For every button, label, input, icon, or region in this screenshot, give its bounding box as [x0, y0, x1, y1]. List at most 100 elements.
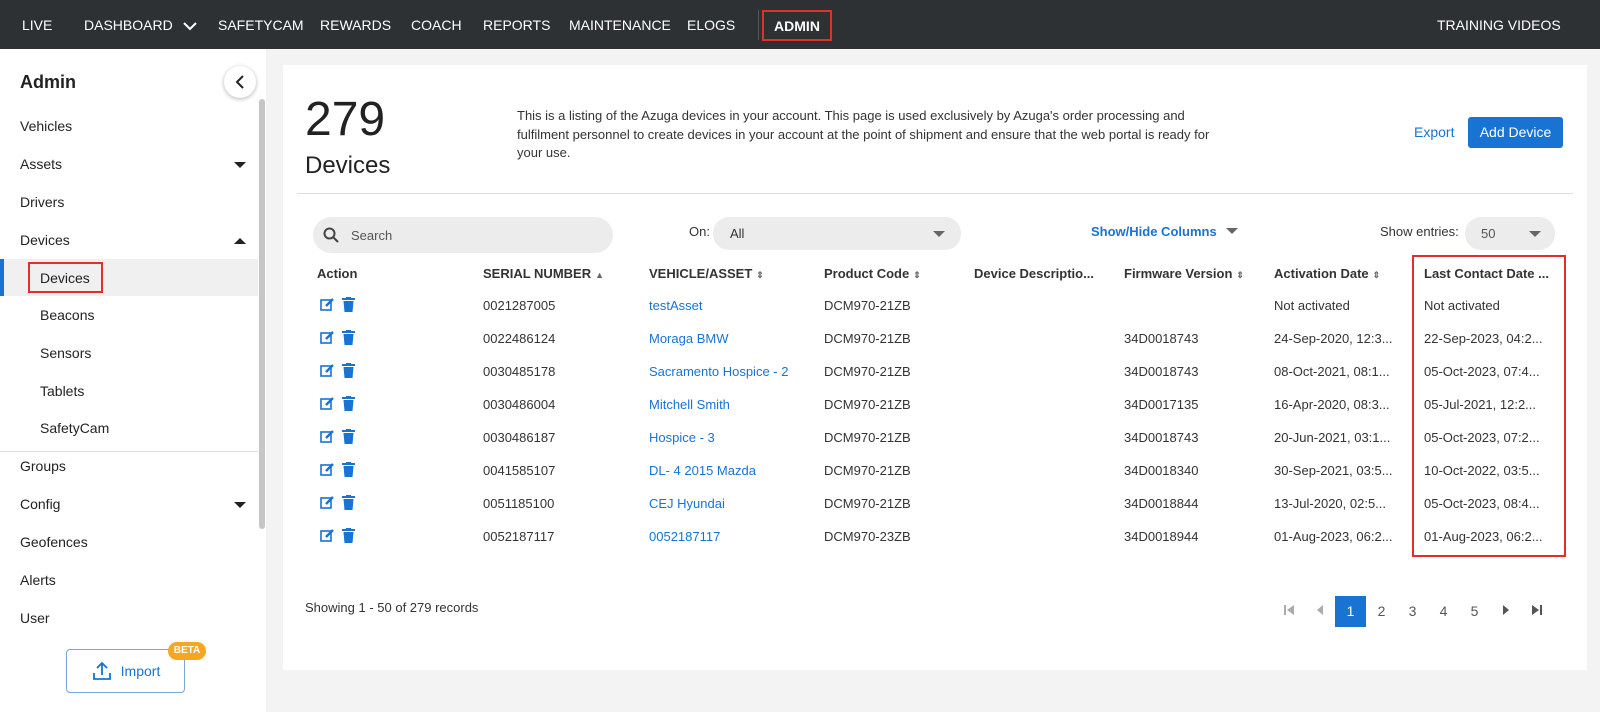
edit-icon[interactable] — [320, 396, 335, 411]
previous-page-icon[interactable] — [1304, 596, 1335, 627]
firmware-version-cell: 34D0018743 — [1124, 331, 1199, 346]
nav-admin[interactable]: ADMIN — [762, 10, 832, 41]
beta-badge: BETA — [168, 642, 206, 660]
product-code-cell: DCM970-23ZB — [824, 529, 911, 544]
nav-dashboard[interactable]: DASHBOARD — [84, 0, 197, 49]
sidebar-item-alerts[interactable]: Alerts — [20, 572, 56, 588]
sidebar-scrollbar[interactable] — [259, 99, 265, 529]
sidebar-item-vehicles[interactable]: Vehicles — [20, 118, 72, 134]
column-header-action: Action — [317, 266, 358, 281]
collapse-sidebar-button[interactable] — [224, 66, 256, 98]
first-page-icon[interactable] — [1273, 596, 1304, 627]
search-box — [313, 217, 613, 253]
import-button[interactable]: Import — [66, 649, 185, 693]
on-filter-value: All — [730, 226, 745, 241]
sort-asc-icon[interactable]: ▲ — [595, 270, 604, 280]
vehicle-asset-link[interactable]: Mitchell Smith — [649, 397, 730, 412]
active-indicator — [0, 259, 4, 296]
edit-icon[interactable] — [320, 528, 335, 543]
show-hide-label: Show/Hide Columns — [1091, 224, 1217, 239]
page-2-button[interactable]: 2 — [1366, 596, 1397, 627]
caret-down-icon[interactable] — [234, 162, 246, 168]
add-device-button[interactable]: Add Device — [1468, 117, 1563, 148]
sidebar-subitem-tablets[interactable]: Tablets — [40, 383, 84, 399]
product-code-cell: DCM970-21ZB — [824, 397, 911, 412]
show-hide-columns-button[interactable]: Show/Hide Columns — [1091, 224, 1239, 239]
column-header-firmware-version[interactable]: Firmware Version ⇕ — [1124, 266, 1244, 281]
vehicle-asset-link[interactable]: CEJ Hyundai — [649, 496, 725, 511]
trash-icon[interactable] — [342, 429, 355, 444]
vehicle-asset-link[interactable]: testAsset — [649, 298, 702, 313]
nav-training-videos[interactable]: TRAINING VIDEOS — [1437, 0, 1561, 49]
vehicle-asset-link[interactable]: 0052187117 — [649, 529, 720, 544]
page-1-button[interactable]: 1 — [1335, 596, 1366, 627]
page-4-button[interactable]: 4 — [1428, 596, 1459, 627]
sort-icon[interactable]: ⇕ — [1373, 270, 1381, 280]
trash-icon[interactable] — [342, 528, 355, 543]
nav-live[interactable]: LIVE — [22, 0, 52, 49]
nav-coach[interactable]: COACH — [411, 0, 462, 49]
serial-number-cell: 0051185100 — [483, 496, 555, 511]
page-description: This is a listing of the Azuga devices i… — [517, 108, 1210, 160]
next-page-icon[interactable] — [1490, 596, 1521, 627]
sidebar-item-config[interactable]: Config — [20, 496, 60, 512]
edit-icon[interactable] — [320, 429, 335, 444]
nav-separator — [758, 10, 759, 40]
activation-date-cell: 24-Sep-2020, 12:3... — [1274, 331, 1393, 346]
sort-icon[interactable]: ⇕ — [913, 270, 921, 280]
nav-reports[interactable]: REPORTS — [483, 0, 550, 49]
edit-icon[interactable] — [320, 330, 335, 345]
page-3-button[interactable]: 3 — [1397, 596, 1428, 627]
sidebar-subitem-beacons[interactable]: Beacons — [40, 307, 94, 323]
nav-elogs[interactable]: ELOGS — [687, 0, 735, 49]
sidebar-item-geofences[interactable]: Geofences — [20, 534, 88, 550]
page-5-button[interactable]: 5 — [1459, 596, 1490, 627]
firmware-version-cell: 34D0018944 — [1124, 529, 1199, 544]
last-page-icon[interactable] — [1521, 596, 1552, 627]
trash-icon[interactable] — [342, 330, 355, 345]
trash-icon[interactable] — [342, 297, 355, 312]
sort-icon[interactable]: ⇕ — [1236, 270, 1244, 280]
caret-up-icon[interactable] — [234, 238, 246, 244]
chevron-left-icon — [235, 75, 244, 89]
sidebar: Admin Vehicles Assets Drivers Devices De… — [0, 49, 266, 712]
column-header-serial-number[interactable]: SERIAL NUMBER ▲ — [483, 266, 604, 281]
column-header-device-description[interactable]: Device Descriptio... — [974, 266, 1094, 281]
sidebar-subitem-sensors[interactable]: Sensors — [40, 345, 91, 361]
sidebar-item-groups[interactable]: Groups — [20, 458, 66, 474]
nav-maintenance[interactable]: MAINTENANCE — [569, 0, 671, 49]
vehicle-asset-link[interactable]: Moraga BMW — [649, 331, 728, 346]
vehicle-asset-link[interactable]: Hospice - 3 — [649, 430, 715, 445]
trash-icon[interactable] — [342, 462, 355, 477]
sidebar-item-assets[interactable]: Assets — [20, 156, 62, 172]
column-header-activation-date[interactable]: Activation Date ⇕ — [1274, 266, 1380, 281]
column-header-vehicle-asset[interactable]: VEHICLE/ASSET ⇕ — [649, 266, 764, 281]
sort-icon[interactable]: ⇕ — [756, 270, 764, 280]
trash-icon[interactable] — [342, 495, 355, 510]
trash-icon[interactable] — [342, 363, 355, 378]
show-entries-value: 50 — [1481, 226, 1496, 241]
sidebar-item-devices[interactable]: Devices — [20, 232, 70, 248]
product-code-cell: DCM970-21ZB — [824, 430, 911, 445]
trash-icon[interactable] — [342, 396, 355, 411]
activation-date-cell: 13-Jul-2020, 02:5... — [1274, 496, 1387, 511]
caret-down-icon[interactable] — [234, 502, 246, 508]
sidebar-item-drivers[interactable]: Drivers — [20, 194, 64, 210]
product-code-cell: DCM970-21ZB — [824, 496, 911, 511]
column-header-product-code[interactable]: Product Code ⇕ — [824, 266, 921, 281]
export-link[interactable]: Export — [1414, 124, 1454, 140]
edit-icon[interactable] — [320, 297, 335, 312]
vehicle-asset-link[interactable]: Sacramento Hospice - 2 — [649, 364, 788, 379]
edit-icon[interactable] — [320, 495, 335, 510]
nav-safetycam[interactable]: SAFETYCAM — [218, 0, 304, 49]
on-filter-select[interactable]: All — [713, 217, 961, 250]
sidebar-subitem-safetycam[interactable]: SafetyCam — [40, 420, 109, 436]
sidebar-item-user[interactable]: User — [20, 610, 50, 626]
nav-rewards[interactable]: REWARDS — [320, 0, 391, 49]
search-input[interactable] — [351, 217, 601, 253]
edit-icon[interactable] — [320, 363, 335, 378]
show-entries-select[interactable]: 50 — [1465, 217, 1555, 250]
edit-icon[interactable] — [320, 462, 335, 477]
vehicle-asset-link[interactable]: DL- 4 2015 Mazda — [649, 463, 756, 478]
firmware-version-cell: 34D0017135 — [1124, 397, 1199, 412]
